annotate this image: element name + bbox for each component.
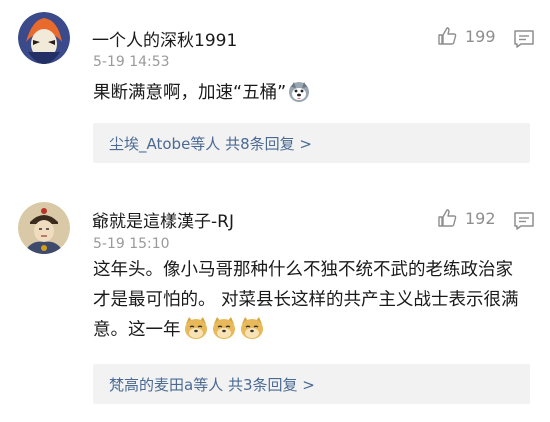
replies-summary[interactable]: 尘埃_Atobe等人 共8条回复 > bbox=[93, 123, 530, 163]
comment-text: 这年头。像小马哥那种什么不独不统不武的老练政治家才是最可怕的。 对菜县长这样的共… bbox=[93, 255, 523, 345]
like-count: 199 bbox=[465, 26, 496, 46]
timestamp: 5-19 15:10 bbox=[93, 236, 170, 252]
comment-item: 爺就是這樣漢子-RJ 5-19 15:10 192 这年头。像小马哥那种什么不独… bbox=[0, 190, 550, 422]
thumbs-up-icon bbox=[438, 209, 457, 227]
like-button[interactable]: 192 bbox=[437, 208, 496, 228]
username[interactable]: 一个人的深秋1991 bbox=[92, 26, 237, 51]
like-count: 192 bbox=[465, 208, 496, 228]
comment-icon[interactable] bbox=[513, 28, 535, 50]
comment-text-content: 果断满意啊，加速“五桶” bbox=[93, 83, 287, 103]
comment-icon[interactable] bbox=[513, 210, 535, 232]
husky-emoji bbox=[289, 82, 310, 102]
doge-emoji bbox=[184, 317, 207, 339]
comment-item: 一个人的深秋1991 5-19 14:53 199 果断满意啊，加速“五桶” 尘… bbox=[0, 0, 550, 190]
timestamp: 5-19 14:53 bbox=[93, 54, 170, 70]
username[interactable]: 爺就是這樣漢子-RJ bbox=[92, 207, 234, 232]
avatar[interactable] bbox=[18, 202, 70, 254]
comment-text-content: 这年头。像小马哥那种什么不独不统不武的老练政治家才是最可怕的。 对菜县长这样的共… bbox=[93, 260, 519, 340]
doge-emoji bbox=[212, 317, 235, 339]
replies-link[interactable]: 尘埃_Atobe等人 共8条回复 > bbox=[109, 133, 312, 154]
comment-text: 果断满意啊，加速“五桶” bbox=[93, 78, 523, 108]
replies-summary[interactable]: 梵高的麦田a等人 共3条回复 > bbox=[93, 364, 530, 404]
replies-link[interactable]: 梵高的麦田a等人 共3条回复 > bbox=[109, 374, 315, 395]
avatar[interactable] bbox=[18, 12, 70, 64]
like-button[interactable]: 199 bbox=[437, 26, 496, 46]
thumbs-up-icon bbox=[438, 27, 457, 45]
doge-emoji bbox=[240, 317, 263, 339]
